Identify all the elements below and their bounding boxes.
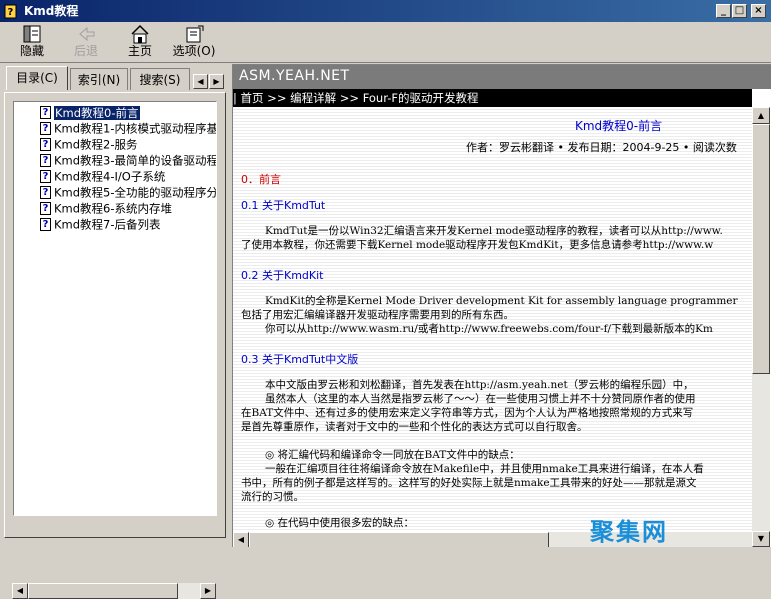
tree-item-label: Kmd教程4-I/O子系统 [54,169,166,184]
close-button[interactable]: × [751,4,766,18]
tree-item-label: Kmd教程2-服务 [54,137,138,152]
site-banner-text: ASM.YEAH.NET [239,68,350,84]
options-icon [186,25,204,43]
article-body: Kmd教程0-前言 作者：罗云彬翻译 • 发布日期：2004-9-25 • 阅读… [233,107,752,532]
paragraph-line: 在BAT文件中、还有过多的使用宏来定义字符串等方式，因为个人认为严格地按照常规的… [241,407,694,419]
watermark-logo: 聚集网 [590,518,668,546]
paragraph-line: ◎ 将汇编代码和编译命令一同放在BAT文件中的缺点： [265,449,520,461]
tab-scroll-right-button[interactable]: ▶ [209,74,224,89]
back-arrow-icon [79,26,95,42]
help-page-icon: ? [40,122,51,135]
tab-scroll-left-button[interactable]: ◀ [193,74,208,89]
paragraph-line: 了使用本教程，你还需要下载Kernel mode驱动程序开发包KmdKit，更多… [241,239,714,251]
tree-item-3[interactable]: ? Kmd教程3-最简单的设备驱动程 [40,152,217,168]
scrollbar-thumb[interactable] [28,583,178,599]
back-label: 后退 [73,44,98,58]
tree-item-label: Kmd教程5-全功能的驱动程序分 [54,185,217,200]
section-heading-preface: 0．前言 [241,173,281,186]
tree-item-label: Kmd教程6-系统内存堆 [54,201,173,216]
section-heading-chinese-edition: 0.3 关于KmdTut中文版 [241,353,359,366]
paragraph-line: KmdKit的全称是Kernel Mode Driver development… [265,295,738,307]
minimize-button[interactable]: _ [716,4,731,18]
help-book-icon: ? [4,4,17,19]
options-button[interactable]: 选项(O) [168,24,220,60]
paragraph-line: KmdTut是一份以Win32汇编语言来开发Kernel mode驱动程序的教程… [265,225,723,237]
help-page-icon: ? [40,218,51,231]
hide-pane-icon [23,25,41,43]
article-meta: 作者：罗云彬翻译 • 发布日期：2004-9-25 • 阅读次数 [466,141,737,154]
hide-button[interactable]: 隐藏 [6,24,58,60]
title-bar [0,0,771,22]
scroll-left-arrow-icon[interactable]: ◀ [233,532,249,547]
article-title: Kmd教程0-前言 [575,119,663,133]
tab-contents[interactable]: 目录(C) [6,66,68,90]
scrollbar-thumb[interactable] [752,124,770,374]
tree-item-label: Kmd教程0-前言 [54,105,140,120]
help-page-icon: ? [40,154,51,167]
tree-item-label: Kmd教程3-最简单的设备驱动程 [54,153,217,168]
section-heading-kmdtut: 0.1 关于KmdTut [241,199,326,212]
paragraph-line: 书中，所有的例子都是这样写的。这样写的好处实际上就是nmake工具带来的好处——… [241,477,697,489]
paragraph-line: 包括了用宏汇编编译器开发驱动程序需要用到的所有东西。 [241,309,514,321]
maximize-button[interactable]: □ [732,4,747,18]
scroll-down-arrow-icon[interactable]: ▼ [752,531,770,547]
home-label: 主页 [127,44,152,58]
breadcrumb[interactable]: | 首页 >> 编程详解 >> Four-F的驱动开发教程 [233,89,752,107]
paragraph-line: ◎ 在代码中使用很多宏的缺点： [265,517,414,529]
paragraph-line: 虽然本人（这里的本人当然是指罗云彬了～～）在一些使用习惯上并不十分赞同原作者的使… [265,393,696,405]
help-page-icon: ? [40,106,51,119]
scroll-right-arrow-icon[interactable]: ▶ [200,583,216,599]
tree-item-7[interactable]: ? Kmd教程7-后备列表 [40,216,161,232]
hide-label: 隐藏 [19,44,44,58]
tree-item-4[interactable]: ? Kmd教程4-I/O子系统 [40,168,165,184]
paragraph-line: 是首先尊重原作，读者对于文中的一些和个性化的表达方式可以自行取舍。 [241,421,588,433]
home-icon [131,24,149,44]
window-title: Kmd教程 [24,4,79,18]
section-heading-kmdkit: 0.2 关于KmdKit [241,269,324,282]
tree-item-label: Kmd教程1-内核模式驱动程序基 [54,121,217,136]
help-page-icon: ? [40,138,51,151]
paragraph-line: 流行的习惯。 [241,491,304,503]
tab-search[interactable]: 搜索(S) [130,68,190,90]
tab-index[interactable]: 索引(N) [70,68,128,90]
paragraph-line: 一般在汇编项目往往将编译命令放在Makefile中，并且使用nmake工具来进行… [265,463,704,475]
contents-tree[interactable]: ? Kmd教程0-前言 ? Kmd教程1-内核模式驱动程序基 ? Kmd教程2-服务 … [13,101,217,516]
contents-panel: ? Kmd教程0-前言 ? Kmd教程1-内核模式驱动程序基 ? Kmd教程2-服务 … [4,92,226,538]
help-page-icon: ? [40,202,51,215]
tree-item-1[interactable]: ? Kmd教程1-内核模式驱动程序基 [40,120,217,136]
paragraph-line: 本中文版由罗云彬和刘松翻译，首先发表在http://asm.yeah.net（罗… [265,379,694,391]
navigation-pane: 目录(C) 索引(N) 搜索(S) ◀ ▶ ? Kmd教程0-前言 ? Kmd教程1… [4,66,226,599]
back-button[interactable]: 后退 [60,24,112,60]
home-button[interactable]: 主页 [114,24,166,60]
help-page-icon: ? [40,186,51,199]
tree-item-6[interactable]: ? Kmd教程6-系统内存堆 [40,200,172,216]
content-horizontal-scrollbar[interactable]: ◀ [233,532,752,547]
scroll-left-arrow-icon[interactable]: ◀ [12,583,28,599]
paragraph-line: 你可以从http://www.wasm.ru/或者http://www.free… [265,323,713,335]
tree-item-5[interactable]: ? Kmd教程5-全功能的驱动程序分 [40,184,217,200]
scroll-up-arrow-icon[interactable]: ▲ [752,107,770,124]
tree-item-label: Kmd教程7-后备列表 [54,217,161,232]
svg-text:?: ? [8,7,14,18]
tree-horizontal-scrollbar[interactable]: ◀ ▶ [12,583,216,599]
tree-item-0[interactable]: ? Kmd教程0-前言 [40,104,140,120]
scrollbar-thumb[interactable] [249,532,549,547]
help-page-icon: ? [40,170,51,183]
options-label: 选项(O) [172,44,216,58]
site-banner: ASM.YEAH.NET [233,65,771,89]
content-vertical-scrollbar[interactable]: ▲ ▼ [752,107,770,547]
tree-item-2[interactable]: ? Kmd教程2-服务 [40,136,138,152]
content-pane: ASM.YEAH.NET | 首页 >> 编程详解 >> Four-F的驱动开发… [232,64,771,547]
